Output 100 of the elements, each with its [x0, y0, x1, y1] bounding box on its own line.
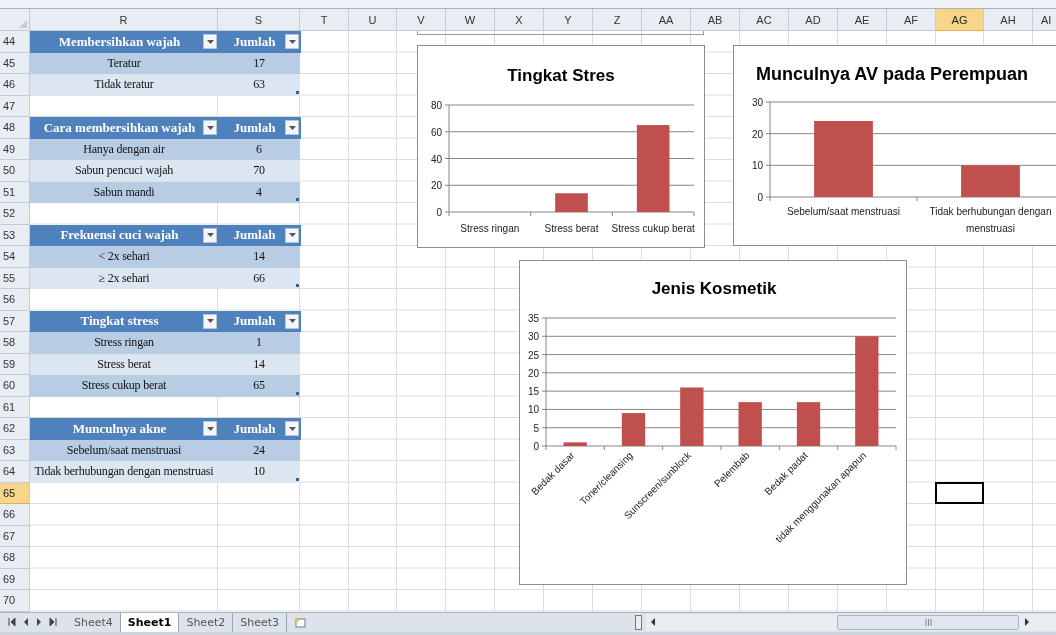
row-header[interactable]: 57 — [0, 310, 30, 332]
table-cell: 63 — [218, 74, 300, 96]
category-label: Stress berat — [544, 223, 599, 234]
row-header[interactable]: 68 — [0, 547, 30, 569]
axis-tick-label: 5 — [533, 422, 539, 434]
column-title: Jumlah — [233, 420, 276, 437]
column-header[interactable]: Y — [544, 9, 593, 31]
row-header[interactable]: 52 — [0, 203, 30, 225]
table-cell: Stress ringan — [30, 332, 218, 354]
row-header[interactable]: 56 — [0, 289, 30, 311]
table-cell: Tidak teratur — [30, 74, 218, 96]
axis-tick-label: 60 — [430, 126, 442, 138]
row-header[interactable]: 60 — [0, 375, 30, 397]
row-header[interactable]: 61 — [0, 396, 30, 418]
table-cell: 24 — [218, 439, 300, 461]
category-label: Stress ringan — [460, 223, 520, 234]
column-header[interactable]: AI — [1033, 9, 1056, 31]
axis-tick-label: 20 — [751, 128, 763, 140]
column-header[interactable]: Z — [593, 9, 642, 31]
category-label: Tidak berhubungan dengan menstruasi — [929, 206, 1052, 234]
sheet-tab[interactable]: Sheet1 — [120, 612, 180, 632]
column-header[interactable]: AF — [887, 9, 936, 31]
column-header[interactable]: U — [349, 9, 397, 31]
table-cell: 10 — [218, 461, 300, 483]
row-header[interactable]: 62 — [0, 418, 30, 440]
row-header[interactable]: 47 — [0, 95, 30, 117]
category-label: Stress cukup berat — [611, 223, 695, 234]
chart-title: Jenis Kosmetik — [651, 279, 777, 298]
axis-tick-label: 10 — [527, 404, 539, 416]
column-header[interactable]: AC — [740, 9, 789, 31]
table-cell: Sebelum/saat menstruasi — [30, 439, 218, 461]
row-header[interactable]: 53 — [0, 224, 30, 246]
table-cell: < 2x sehari — [30, 246, 218, 268]
row-header[interactable]: 65 — [0, 482, 30, 504]
column-header[interactable]: R — [30, 9, 218, 31]
row-header[interactable]: 69 — [0, 568, 30, 590]
row-header[interactable]: 67 — [0, 525, 30, 547]
axis-tick-label: 35 — [527, 313, 539, 324]
table-cell: 17 — [218, 52, 300, 74]
column-title: Munculnya akne — [72, 420, 167, 437]
column-header[interactable]: T — [300, 9, 349, 31]
table-cell: 14 — [218, 353, 300, 375]
axis-tick-label: 0 — [757, 192, 763, 203]
column-header[interactable]: X — [495, 9, 544, 31]
row-header[interactable]: 70 — [0, 590, 30, 612]
column-header[interactable]: AD — [789, 9, 838, 31]
column-header[interactable]: AA — [642, 9, 691, 31]
column-title: Membersihkan wajah — [58, 33, 181, 50]
row-header[interactable]: 58 — [0, 332, 30, 354]
chart-title: Munculnya AV pada Perempuan — [755, 64, 1029, 84]
axis-tick-label: 0 — [533, 441, 539, 452]
row-header[interactable]: 63 — [0, 439, 30, 461]
column-header[interactable]: AH — [984, 9, 1033, 31]
axis-tick-label: 0 — [436, 207, 442, 218]
axis-tick-label: 30 — [751, 97, 763, 108]
chart-title: Tingkat Stres — [507, 66, 615, 85]
axis-tick-label: 80 — [430, 100, 442, 111]
table-cell: Tidak berhubungan dengan menstruasi — [30, 461, 218, 483]
row-header[interactable]: 48 — [0, 117, 30, 139]
row-header[interactable]: 59 — [0, 353, 30, 375]
row-header[interactable]: 55 — [0, 267, 30, 289]
table-cell: Stress berat — [30, 353, 218, 375]
row-header[interactable]: 50 — [0, 160, 30, 182]
table-cell: 70 — [218, 160, 300, 182]
row-header[interactable]: 45 — [0, 52, 30, 74]
axis-tick-label: 30 — [527, 331, 539, 343]
column-title: Frekuensi cuci wajah — [60, 227, 179, 244]
row-header[interactable]: 64 — [0, 461, 30, 483]
column-header[interactable]: AB — [691, 9, 740, 31]
table-cell: Sabun mandi — [30, 181, 218, 203]
row-header[interactable]: 54 — [0, 246, 30, 268]
column-title: Jumlah — [233, 119, 276, 136]
column-title: Tingkat stress — [80, 313, 159, 330]
axis-tick-label: 20 — [527, 367, 539, 379]
table-cell: Teratur — [30, 52, 218, 74]
column-title: Cara membersihkan wajah — [43, 119, 196, 136]
table-cell: 65 — [218, 375, 300, 397]
row-header[interactable]: 51 — [0, 181, 30, 203]
row-header[interactable]: 49 — [0, 138, 30, 160]
table-cell: 1 — [218, 332, 300, 354]
axis-tick-label: 15 — [527, 386, 539, 398]
column-title: Jumlah — [233, 313, 276, 330]
axis-tick-label: 10 — [751, 160, 763, 172]
column-header[interactable]: AG — [936, 9, 984, 31]
column-header[interactable]: S — [218, 9, 300, 31]
column-title: Jumlah — [233, 33, 276, 50]
table-cell: 14 — [218, 246, 300, 268]
column-header[interactable]: AE — [838, 9, 887, 31]
axis-tick-label: 20 — [430, 180, 442, 192]
row-header[interactable]: 44 — [0, 31, 30, 53]
chart[interactable]: Munculnya AV pada Perempuan 0 10 20 30 Sebelum/saat menstruasi Tidak berhubungan dengan menstruasi — [733, 45, 1056, 246]
table-cell: Hanya dengan air — [30, 138, 218, 160]
table-cell: Sabun pencuci wajah — [30, 160, 218, 182]
chart[interactable]: Tingkat Stres 0 20 40 60 80 Stress ringan Stress berat Stress cukup berat — [417, 45, 705, 248]
table-cell: Stress cukup berat — [30, 375, 218, 397]
column-header[interactable]: W — [446, 9, 495, 31]
category-label: Sebelum/saat menstruasi — [787, 206, 900, 217]
row-header[interactable]: 46 — [0, 74, 30, 96]
row-header[interactable]: 66 — [0, 504, 30, 526]
column-header[interactable]: V — [397, 9, 446, 31]
